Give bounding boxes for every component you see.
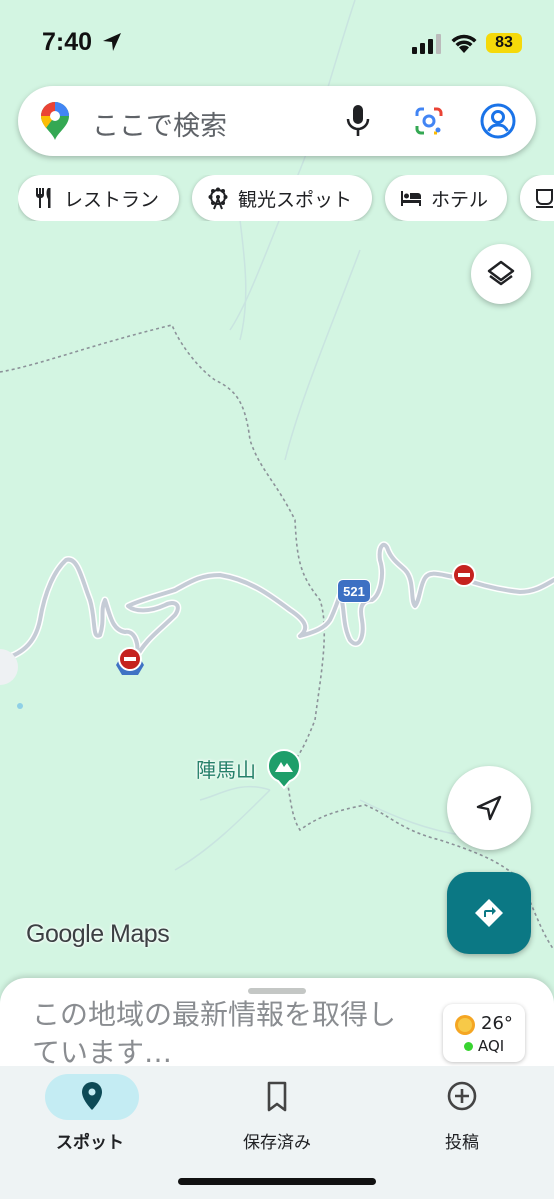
location-arrow-icon — [103, 33, 121, 51]
chip-label: ホテル — [431, 188, 489, 211]
place-label[interactable]: 陣馬山 — [196, 754, 256, 783]
sheet-drag-handle[interactable] — [248, 988, 306, 994]
weather-temperature: 26° — [481, 1013, 513, 1034]
route-shield: 521 — [337, 579, 371, 603]
bookmark-icon — [267, 1081, 287, 1112]
account-icon[interactable] — [480, 103, 516, 139]
chip-restaurant[interactable]: レストラン — [18, 175, 179, 221]
battery-indicator: 83 — [486, 33, 522, 53]
microphone-icon[interactable] — [344, 104, 372, 138]
google-maps-pin-icon — [41, 102, 69, 140]
category-chips: レストラン 観光スポット ホテル — [18, 175, 554, 221]
nav-label: 投稿 — [445, 1133, 479, 1153]
chip-cafe[interactable] — [520, 175, 554, 221]
place-icon — [82, 1082, 102, 1110]
navigation-arrow-icon — [476, 795, 502, 821]
clock: 7:40 — [42, 28, 93, 56]
coffee-icon — [536, 189, 553, 208]
aqi-label: AQI — [478, 1037, 505, 1055]
nav-label: 保存済み — [243, 1133, 311, 1153]
wifi-icon — [451, 34, 477, 53]
directions-icon — [475, 899, 503, 927]
search-bar[interactable]: ここで検索 — [18, 86, 536, 156]
home-indicator[interactable] — [178, 1178, 376, 1185]
nav-tab-contribute[interactable]: 投稿 — [372, 1066, 552, 1166]
weather-card[interactable]: 26° AQI — [443, 1004, 525, 1062]
bed-icon — [401, 191, 421, 206]
ferris-wheel-icon — [208, 187, 228, 210]
aqi-status-dot — [464, 1042, 473, 1051]
nav-tab-explore[interactable]: スポット — [0, 1066, 180, 1166]
chip-label: レストラン — [64, 188, 160, 211]
nav-tab-saved[interactable]: 保存済み — [187, 1066, 367, 1166]
nav-label: スポット — [56, 1133, 124, 1153]
add-circle-icon — [447, 1081, 477, 1111]
restaurant-icon — [36, 188, 51, 208]
chip-label: 観光スポット — [238, 188, 353, 211]
sun-icon — [455, 1015, 475, 1035]
cellular-signal-icon — [412, 34, 441, 54]
bottom-sheet[interactable]: この地域の最新情報を取得しています… 26° AQI — [0, 978, 554, 1078]
status-bar: 7:40 83 — [0, 0, 554, 80]
loading-message: この地域の最新情報を取得しています… — [32, 998, 397, 1069]
chip-sightseeing[interactable]: 観光スポット — [192, 175, 372, 221]
search-input[interactable]: ここで検索 — [92, 104, 227, 143]
my-location-button[interactable] — [447, 766, 531, 850]
google-maps-attribution: Google Maps — [26, 920, 170, 948]
google-lens-icon[interactable] — [414, 106, 444, 136]
chip-hotel[interactable]: ホテル — [385, 175, 507, 221]
layers-button[interactable] — [471, 244, 531, 304]
road-closure-icon — [452, 563, 476, 587]
directions-button[interactable] — [447, 872, 531, 954]
layers-icon — [487, 260, 515, 286]
